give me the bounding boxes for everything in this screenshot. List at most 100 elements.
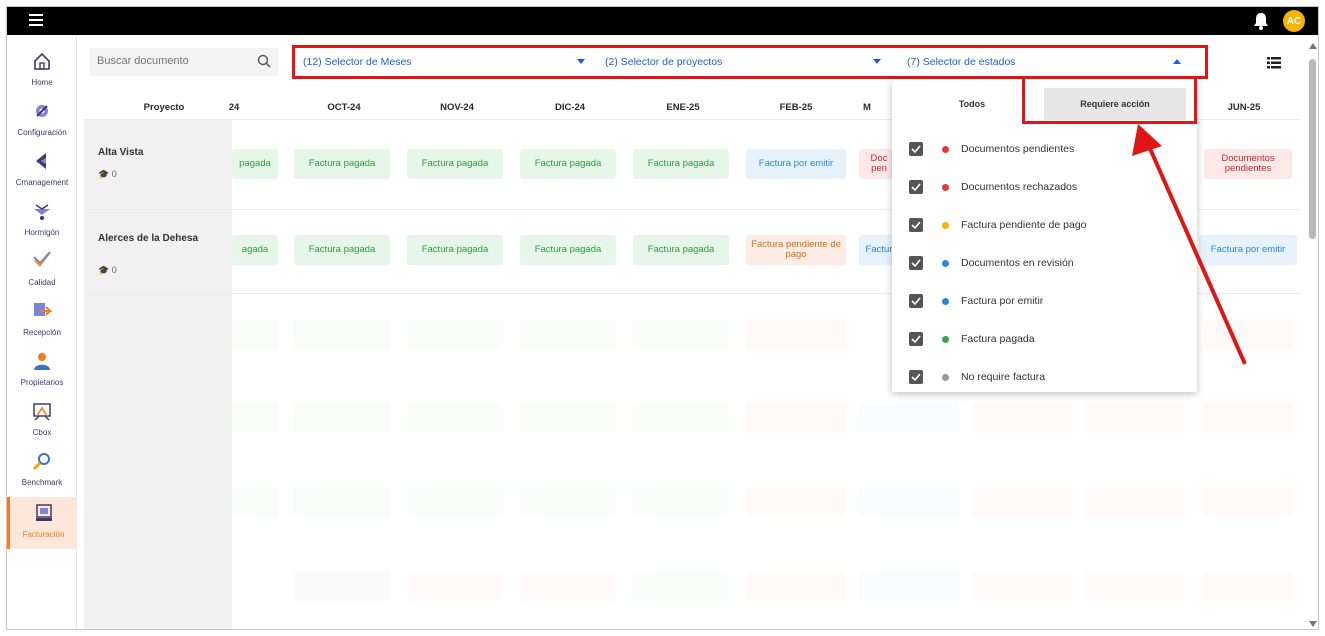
status-dot [942, 259, 949, 267]
status-dot [942, 297, 949, 305]
sidebar-label: Calidad [28, 278, 56, 287]
chevron-up-icon [1173, 59, 1181, 64]
checkbox[interactable] [909, 294, 923, 308]
owners-icon [34, 353, 50, 370]
sidebar-item-configuracion[interactable]: Configuración [7, 95, 77, 143]
column-header: ENE-25 [666, 102, 700, 113]
project-name[interactable]: Alerces de la Dehesa [98, 233, 198, 244]
project-count: 🎓 0 [98, 265, 117, 275]
months-selector-label: (12) Selector de Meses [303, 56, 412, 68]
search-box [89, 48, 279, 76]
sidebar-label: Cbox [32, 428, 52, 437]
status-dot [942, 183, 949, 191]
sidebar-label: Facturación [22, 530, 65, 539]
status-cell[interactable]: Factura pagada [520, 149, 616, 179]
scroll-up-icon[interactable] [1308, 41, 1318, 51]
bell-icon[interactable] [1253, 12, 1269, 30]
sidebar-item-cbox[interactable]: Cbox [7, 395, 77, 443]
scroll-thumb[interactable] [1309, 59, 1316, 239]
scroll-down-icon[interactable] [1308, 619, 1318, 629]
status-cell[interactable]: Factura pagada [633, 149, 729, 179]
status-dot [942, 145, 949, 153]
column-header: M [863, 102, 871, 113]
menu-icon[interactable] [29, 14, 43, 26]
sidebar-item-recepcion[interactable]: Recepción [7, 295, 77, 343]
status-dot [942, 335, 949, 343]
search-input[interactable] [97, 55, 247, 67]
home-icon [34, 52, 50, 70]
status-cell[interactable]: Factura pendiente de pago [746, 235, 846, 265]
status-cell[interactable]: Factura por emitir [1199, 235, 1297, 265]
project-name[interactable]: Alta Vista [98, 147, 143, 158]
status-cell[interactable]: agada [232, 235, 278, 265]
checkbox[interactable] [909, 332, 923, 346]
state-option[interactable]: Documentos en revisión [892, 244, 1197, 282]
status-cell[interactable]: pagada [232, 149, 278, 179]
gear-icon [36, 105, 48, 117]
status-cell[interactable]: Factura pagada [407, 235, 503, 265]
column-header: OCT-24 [327, 102, 361, 113]
sidebar-item-propietarios[interactable]: Propietarios [7, 345, 77, 393]
sidebar-item-home[interactable]: Home [7, 45, 77, 93]
quality-check-icon [33, 251, 51, 267]
projects-selector[interactable]: (2) Selector de proyectos [605, 48, 895, 76]
column-header: JUN-25 [1227, 102, 1261, 113]
sidebar-item-calidad[interactable]: Calidad [7, 245, 77, 293]
top-bar: AC [7, 7, 1318, 35]
filter-bar-highlight: (12) Selector de Meses (2) Selector de p… [292, 45, 1208, 79]
sidebar-item-facturacion[interactable]: Facturación [7, 497, 77, 549]
state-option[interactable]: Documentos rechazados [892, 168, 1197, 206]
column-header: Proyecto [143, 102, 185, 113]
graduation-cap-icon: 🎓 [98, 265, 110, 275]
checkbox[interactable] [909, 180, 923, 194]
state-option[interactable]: Factura por emitir [892, 282, 1197, 320]
sidebar-label: Hormigón [24, 228, 60, 237]
column-header: DIC-24 [554, 102, 586, 113]
sidebar-label: Home [31, 78, 53, 87]
chevron-down-icon [577, 59, 585, 64]
status-cell[interactable]: Factura pagada [407, 149, 503, 179]
project-count: 🎓 0 [98, 169, 117, 179]
sidebar-item-benchmark[interactable]: Benchmark [7, 445, 77, 493]
status-cell[interactable]: Factura pagada [520, 235, 616, 265]
graduation-cap-icon: 🎓 [98, 169, 110, 179]
sidebar-item-hormigon[interactable]: Hormigón [7, 195, 77, 243]
status-cell[interactable]: Factura pagada [294, 235, 390, 265]
vertical-scrollbar[interactable] [1308, 41, 1318, 629]
list-view-icon[interactable] [1267, 57, 1281, 69]
column-header: 24 [228, 102, 240, 113]
benchmark-icon [32, 453, 50, 471]
states-dropdown: Todos Requiere acción Documentos pendien… [892, 80, 1197, 392]
state-option[interactable]: Documentos pendientes [892, 130, 1197, 168]
billing-icon [35, 504, 52, 521]
projects-selector-label: (2) Selector de proyectos [605, 56, 723, 68]
months-selector[interactable]: (12) Selector de Meses [303, 48, 593, 76]
status-cell[interactable]: Factura pagada [633, 235, 729, 265]
status-cell[interactable]: Factura por emitir [746, 149, 846, 179]
status-dot [942, 221, 949, 229]
sidebar-label: Configuración [17, 128, 67, 137]
sidebar-label: Recepción [23, 328, 61, 337]
user-avatar[interactable]: AC [1283, 10, 1305, 32]
search-icon[interactable] [257, 54, 271, 68]
cbox-icon [33, 403, 51, 421]
checkbox[interactable] [909, 256, 923, 270]
checkbox[interactable] [909, 142, 923, 156]
cmanagement-icon [36, 153, 46, 169]
state-option[interactable]: No require factura [892, 358, 1197, 396]
states-selector[interactable]: (7) Selector de estados [907, 48, 1203, 76]
status-cell[interactable]: Factura pagada [294, 149, 390, 179]
sidebar-item-cmanagement[interactable]: Cmanagement [7, 145, 77, 193]
reception-icon [34, 303, 53, 316]
state-option[interactable]: Factura pagada [892, 320, 1197, 358]
tab-todos[interactable]: Todos [932, 88, 1012, 120]
state-option[interactable]: Factura pendiente de pago [892, 206, 1197, 244]
status-dot [942, 373, 949, 381]
project-column: Alta Vista 🎓 0 Alerces de la Dehesa 🎓 0 [84, 119, 232, 629]
requiere-accion-highlight [1022, 76, 1197, 124]
sidebar-label: Cmanagement [15, 178, 69, 187]
checkbox[interactable] [909, 370, 923, 384]
status-cell[interactable]: Documentos pendientes [1204, 149, 1292, 179]
sidebar-label: Propietarios [20, 378, 64, 387]
checkbox[interactable] [909, 218, 923, 232]
